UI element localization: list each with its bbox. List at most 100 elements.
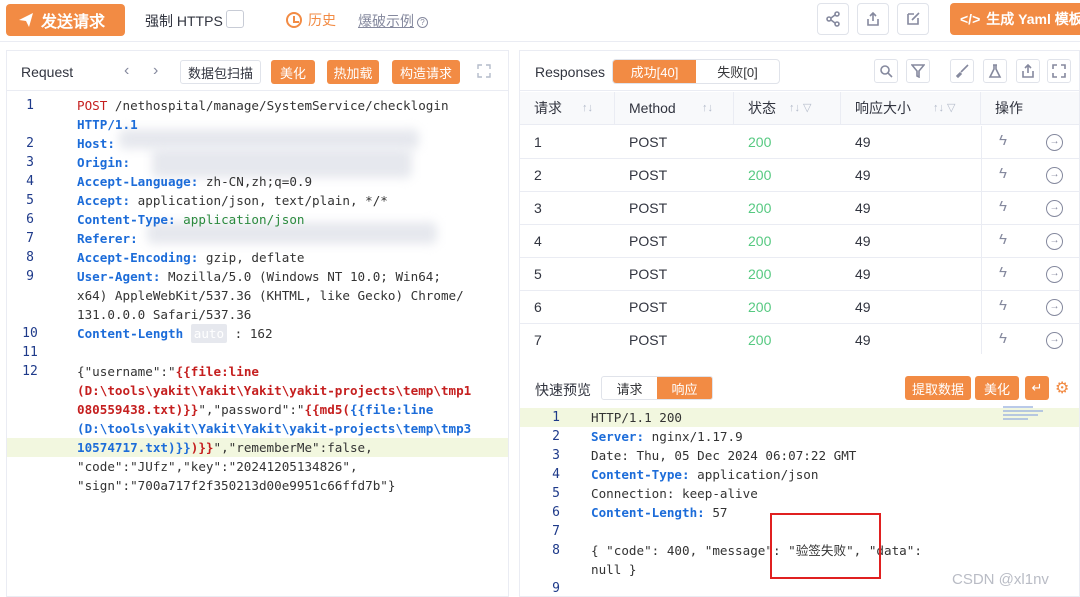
- edit-icon: [907, 12, 920, 25]
- force-https-checkbox[interactable]: [226, 10, 244, 28]
- code-line: 131.0.0.0 Safari/537.36: [7, 305, 508, 324]
- responses-panel: Responses 成功[40] 失败[0] 请求 ↑↓ Method ↑↓ 状态 ↑…: [519, 50, 1080, 597]
- send-request-button[interactable]: 发送请求: [6, 4, 125, 36]
- cell-id: 1: [534, 134, 542, 150]
- fuzz-example-link[interactable]: 爆破示例?: [358, 11, 428, 31]
- arrow-circle-icon[interactable]: →: [1046, 167, 1063, 184]
- build-request-button[interactable]: 构造请求: [392, 60, 460, 84]
- search-icon: [880, 65, 893, 78]
- arrow-circle-icon[interactable]: →: [1046, 134, 1063, 151]
- chevron-right-icon[interactable]: ›: [153, 62, 158, 80]
- row-actions: ϟ →: [981, 159, 1079, 191]
- edit-button[interactable]: [897, 3, 929, 35]
- table-row[interactable]: 5 POST 200 49 ϟ →: [520, 258, 1079, 291]
- line-number: 7: [26, 231, 34, 246]
- table-row[interactable]: 6 POST 200 49 ϟ →: [520, 291, 1079, 324]
- code-line: 7 Referer:: [7, 229, 508, 248]
- packet-scan-button[interactable]: 数据包扫描: [180, 60, 261, 84]
- table-row[interactable]: 1 POST 200 49 ϟ →: [520, 126, 1079, 159]
- line-number: 9: [26, 269, 34, 284]
- flask-button[interactable]: [983, 59, 1007, 83]
- code-line: 080559438.txt)}}","password":"{{md5({{fi…: [7, 400, 508, 419]
- line-number: 2: [26, 136, 34, 151]
- code-line: 10574717.txt)}})}}","rememberMe":false,: [7, 438, 508, 457]
- hot-reload-button[interactable]: 热加载: [327, 60, 379, 84]
- table-row[interactable]: 2 POST 200 49 ϟ →: [520, 159, 1079, 192]
- wrap-icon: ↵: [1031, 380, 1043, 395]
- request-editor[interactable]: 1 POST /nethospital/manage/SystemService/…: [7, 92, 508, 596]
- tab-success[interactable]: 成功[40]: [613, 60, 696, 83]
- lightning-icon[interactable]: ϟ: [999, 297, 1007, 314]
- line-number: 8: [26, 250, 34, 265]
- preview-beautify-button[interactable]: 美化: [975, 376, 1019, 400]
- fuzz-example-label: 爆破示例: [358, 13, 414, 29]
- request-panel: Request ‹ › 数据包扫描 美化 热加载 构造请求 1 POST /net…: [6, 50, 509, 597]
- code-text: User-Agent: Mozilla/5.0 (Windows NT 10.0…: [77, 269, 441, 284]
- cell-method: POST: [629, 299, 668, 315]
- lightning-icon[interactable]: ϟ: [999, 264, 1007, 281]
- share-button[interactable]: [817, 3, 849, 35]
- arrow-circle-icon[interactable]: →: [1046, 299, 1063, 316]
- expand-icon[interactable]: [477, 64, 491, 78]
- column-header-status[interactable]: 状态 ↑↓ ▽: [734, 92, 841, 125]
- column-header-method[interactable]: Method ↑↓: [615, 92, 734, 125]
- tab-request[interactable]: 请求: [602, 377, 657, 399]
- row-actions: ϟ →: [981, 192, 1079, 224]
- settings-gear-icon[interactable]: ⚙: [1055, 378, 1069, 398]
- expand-responses-button[interactable]: [1047, 59, 1071, 83]
- extract-data-button[interactable]: 提取数据: [905, 376, 971, 400]
- code-line: 5 Accept: application/json, text/plain, *…: [7, 191, 508, 210]
- code-icon: </>: [960, 11, 981, 27]
- code-line: 2 Host:: [7, 134, 508, 153]
- row-actions: ϟ →: [981, 126, 1079, 158]
- code-line: "sign":"700a717f2f350213d00e9951c66ffd7b…: [7, 476, 508, 495]
- export-button[interactable]: [857, 3, 889, 35]
- lightning-icon[interactable]: ϟ: [999, 132, 1007, 149]
- brush-button[interactable]: [950, 59, 974, 83]
- sort-filter-icon: ↑↓ ▽: [933, 102, 956, 114]
- table-row[interactable]: 3 POST 200 49 ϟ →: [520, 192, 1079, 225]
- lightning-icon[interactable]: ϟ: [999, 198, 1007, 215]
- lightning-icon[interactable]: ϟ: [999, 165, 1007, 182]
- preview-header: 快速预览 请求 响应 提取数据 美化 ↵ ⚙: [520, 373, 1079, 403]
- generate-yaml-button[interactable]: </> 生成 Yaml 模板: [950, 3, 1080, 35]
- beautify-button[interactable]: 美化: [271, 60, 315, 84]
- upload-icon: [867, 11, 879, 26]
- arrow-circle-icon[interactable]: →: [1046, 233, 1063, 250]
- column-header-size[interactable]: 响应大小 ↑↓ ▽: [841, 92, 981, 125]
- code-line: 6 Content-Type: application/json: [7, 210, 508, 229]
- arrow-circle-icon[interactable]: →: [1046, 332, 1063, 349]
- highlight-box: [770, 513, 881, 579]
- table-row[interactable]: 7 POST 200 49 ϟ →: [520, 324, 1079, 354]
- line-number: 12: [22, 364, 38, 379]
- response-preview-editor[interactable]: 9 null } 8{ "code": 400, "message": "验签失败"…: [520, 405, 1079, 596]
- cell-size: 49: [855, 332, 871, 348]
- history-button[interactable]: 历史: [286, 10, 336, 30]
- expand-icon: [1052, 64, 1066, 78]
- cell-method: POST: [629, 167, 668, 183]
- export-responses-button[interactable]: [1016, 59, 1040, 83]
- cell-status: 200: [748, 200, 772, 216]
- table-row[interactable]: 4 POST 200 49 ϟ →: [520, 225, 1079, 258]
- tab-response[interactable]: 响应: [657, 377, 712, 399]
- lightning-icon[interactable]: ϟ: [999, 330, 1007, 347]
- search-button[interactable]: [874, 59, 898, 83]
- response-filter-tabs: 成功[40] 失败[0]: [612, 59, 780, 84]
- code-text: (D:\tools\yakit\Yakit\Yakit\yakit-projec…: [77, 421, 472, 436]
- minimap[interactable]: [1003, 405, 1049, 423]
- filter-button[interactable]: [906, 59, 930, 83]
- column-header-request[interactable]: 请求 ↑↓: [520, 92, 615, 125]
- wrap-button[interactable]: ↵: [1025, 376, 1049, 400]
- help-icon: ?: [417, 17, 428, 28]
- arrow-circle-icon[interactable]: →: [1046, 200, 1063, 217]
- code-text: Server: nginx/1.17.9: [591, 429, 743, 444]
- code-line: "code":"JUfz","key":"20241205134826",: [7, 457, 508, 476]
- code-line: 4 Accept-Language: zh-CN,zh;q=0.9: [7, 172, 508, 191]
- arrow-circle-icon[interactable]: →: [1046, 266, 1063, 283]
- chevron-left-icon[interactable]: ‹: [124, 62, 129, 80]
- cell-size: 49: [855, 266, 871, 282]
- code-line: x64) AppleWebKit/537.36 (KHTML, like Gec…: [7, 286, 508, 305]
- code-text: null }: [591, 562, 637, 577]
- tab-fail[interactable]: 失败[0]: [696, 60, 779, 83]
- lightning-icon[interactable]: ϟ: [999, 231, 1007, 248]
